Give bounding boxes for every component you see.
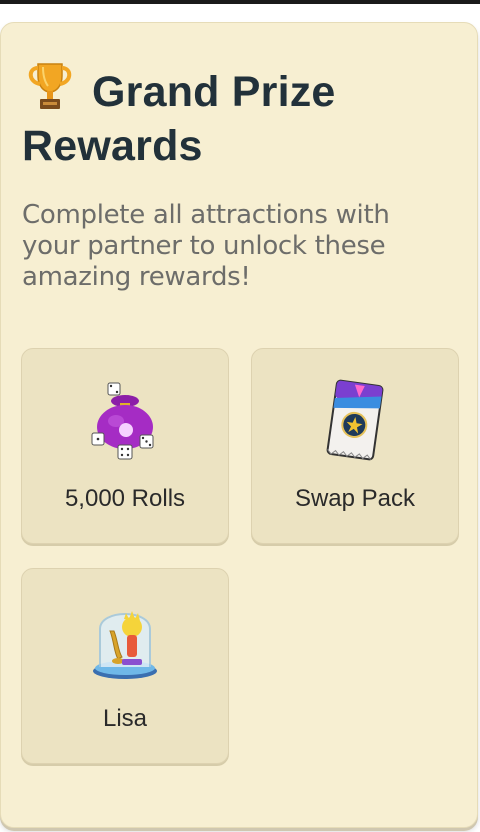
subtitle-text: Complete all attractions with your partn… bbox=[22, 200, 390, 292]
status-bar-edge bbox=[0, 0, 480, 4]
lisa-figure-icon bbox=[93, 611, 157, 679]
swap-pack-icon bbox=[326, 379, 384, 461]
reward-tile-lisa[interactable]: Lisa bbox=[21, 568, 229, 764]
reward-label-swap-pack: Swap Pack bbox=[294, 485, 416, 512]
dice-bag-icon bbox=[91, 382, 154, 460]
reward-tile-swap-pack[interactable]: Swap Pack bbox=[251, 348, 459, 544]
reward-label-rolls: 5,000 Rolls bbox=[64, 485, 186, 512]
reward-label-lisa: Lisa bbox=[102, 705, 148, 732]
trophy-icon bbox=[28, 63, 72, 109]
page-title: Grand Prize Rewards bbox=[22, 58, 442, 173]
reward-tile-rolls[interactable]: 5,000 Rolls bbox=[21, 348, 229, 544]
